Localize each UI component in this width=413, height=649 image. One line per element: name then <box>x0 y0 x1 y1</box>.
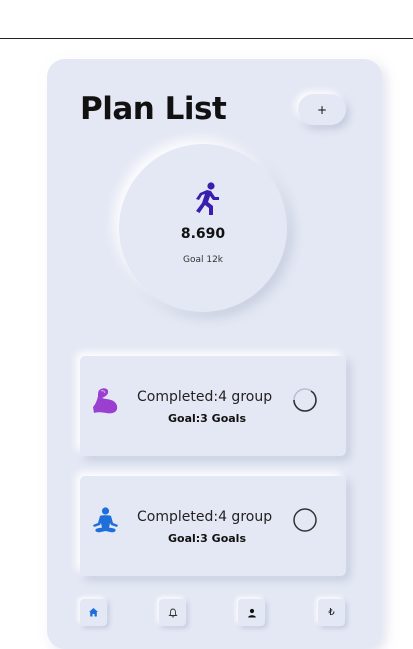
flexed-biceps-icon <box>93 388 118 414</box>
nav-notifications-button[interactable] <box>159 599 186 626</box>
plan-goal-text: Goal:3 Goals <box>168 412 246 425</box>
progress-circle-icon[interactable] <box>292 387 318 413</box>
home-icon <box>89 608 98 617</box>
top-divider <box>0 38 413 39</box>
plan-completed-text: Completed:4 group <box>137 509 273 525</box>
plan-list-card: Plan List + 8.690 Goal 12k Completed:4 g… <box>47 59 382 649</box>
step-goal: Goal 12k <box>182 255 224 265</box>
progress-circle-icon[interactable] <box>292 507 318 533</box>
nav-lira-button[interactable]: ₺ <box>318 599 345 626</box>
nav-home-button[interactable] <box>80 599 107 626</box>
plan-card[interactable]: Completed:4 group Goal:3 Goals <box>80 356 346 456</box>
plan-completed-text: Completed:4 group <box>137 389 273 405</box>
plan-goal-text: Goal:3 Goals <box>168 532 246 545</box>
running-person-icon <box>196 182 219 215</box>
plan-card[interactable]: Completed:4 group Goal:3 Goals <box>80 476 346 576</box>
meditation-person-icon <box>93 507 118 533</box>
step-counter-ring: 8.690 Goal 12k <box>119 144 287 312</box>
person-icon <box>247 608 256 617</box>
add-plan-button[interactable]: + <box>298 94 346 125</box>
bell-icon <box>167 608 178 617</box>
step-count: 8.690 <box>180 226 226 242</box>
page-title: Plan List <box>80 91 227 127</box>
nav-profile-button[interactable] <box>238 599 265 626</box>
lira-icon: ₺ <box>328 607 335 618</box>
